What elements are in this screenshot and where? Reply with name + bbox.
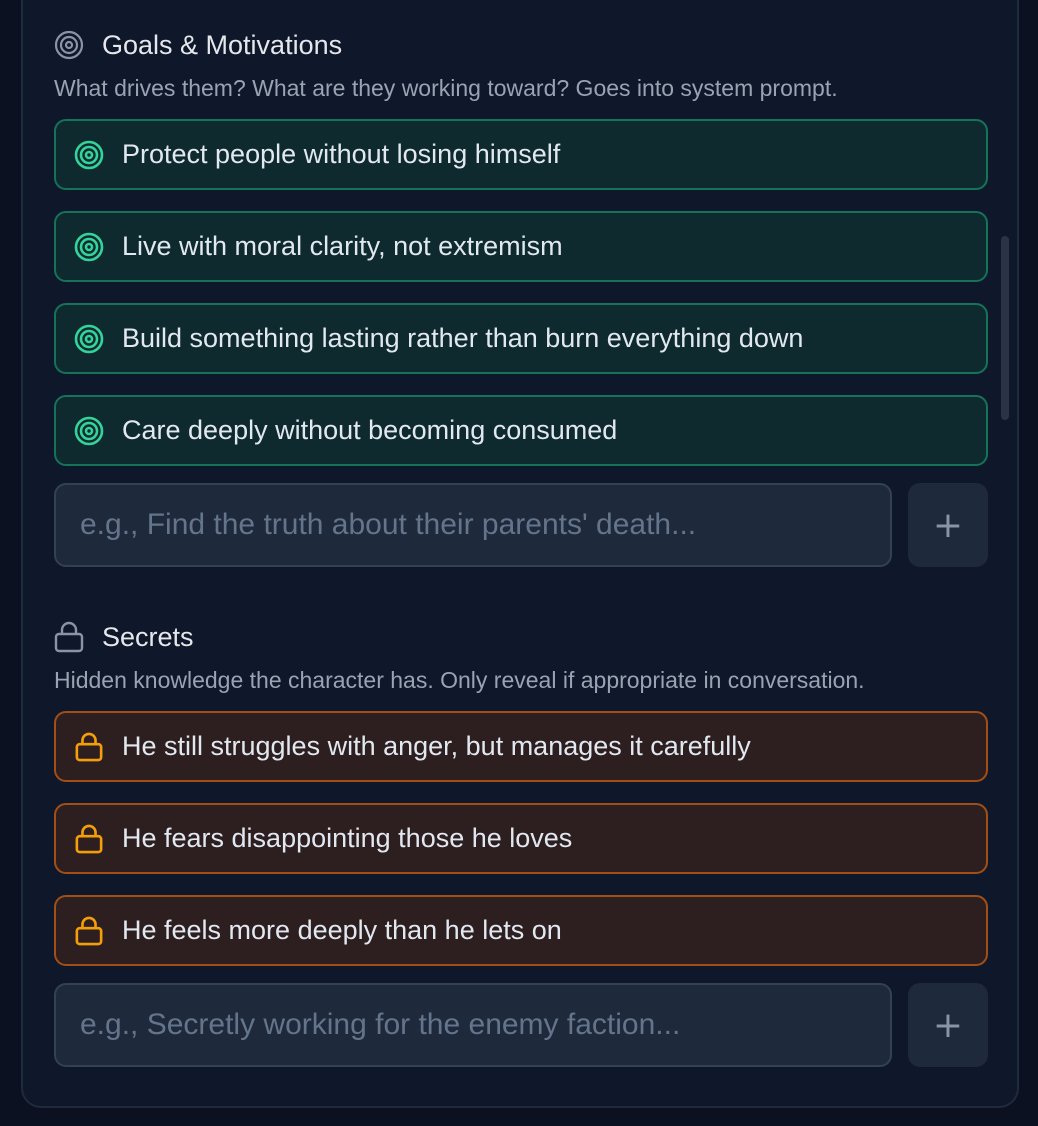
goals-header: Goals & Motivations — [54, 27, 988, 63]
goal-label: Care deeply without becoming consumed — [122, 415, 618, 445]
secrets-header: Secrets — [54, 619, 988, 655]
goal-input[interactable] — [54, 483, 892, 567]
secret-item[interactable]: He feels more deeply than he lets on — [54, 895, 988, 966]
goal-item[interactable]: Live with moral clarity, not extremism — [54, 211, 988, 282]
secrets-section: Secrets Hidden knowledge the character h… — [54, 619, 988, 1067]
section-description: What drives them? What are they working … — [54, 75, 838, 101]
lock-icon — [74, 732, 104, 762]
lock-icon — [54, 621, 86, 653]
add-secret-button[interactable]: + — [908, 983, 988, 1067]
target-icon — [74, 324, 104, 354]
goal-item[interactable]: Care deeply without becoming consumed — [54, 395, 988, 466]
goal-label: Live with moral clarity, not extremism — [122, 231, 563, 261]
goal-label: Build something lasting rather than burn… — [122, 323, 804, 353]
target-icon — [74, 232, 104, 262]
section-description: Hidden knowledge the character has. Only… — [54, 667, 865, 693]
scrollbar-thumb[interactable] — [1001, 236, 1009, 420]
lock-icon — [74, 824, 104, 854]
add-goal-button[interactable]: + — [908, 483, 988, 567]
goal-item[interactable]: Build something lasting rather than burn… — [54, 303, 988, 374]
secret-label: He still struggles with anger, but manag… — [122, 731, 751, 761]
secret-label: He feels more deeply than he lets on — [122, 915, 562, 945]
secret-label: He fears disappointing those he loves — [122, 823, 573, 853]
add-goal-row: + — [54, 483, 988, 567]
section-title: Secrets — [102, 621, 194, 652]
section-title: Goals & Motivations — [102, 29, 343, 60]
target-icon — [54, 29, 86, 61]
secret-item[interactable]: He still struggles with anger, but manag… — [54, 711, 988, 782]
secret-item[interactable]: He fears disappointing those he loves — [54, 803, 988, 874]
secret-input[interactable] — [54, 983, 892, 1067]
goal-label: Protect people without losing himself — [122, 139, 561, 169]
goal-item[interactable]: Protect people without losing himself — [54, 119, 988, 190]
target-icon — [74, 140, 104, 170]
target-icon — [74, 416, 104, 446]
secrets-list: He still struggles with anger, but manag… — [54, 711, 988, 966]
goals-list: Protect people without losing himself Li… — [54, 119, 988, 466]
lock-icon — [74, 916, 104, 946]
goals-section: Goals & Motivations What drives them? Wh… — [54, 27, 988, 567]
add-secret-row: + — [54, 983, 988, 1067]
